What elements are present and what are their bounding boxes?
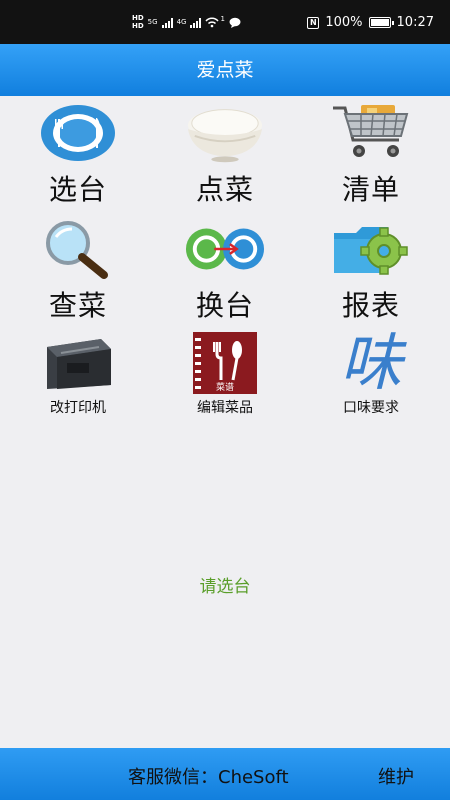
change-table-label: 换台 <box>195 289 254 322</box>
taste-request-button[interactable]: 味 口味要求 <box>296 332 446 417</box>
select-table-label: 选台 <box>48 173 107 206</box>
swap-plates-icon <box>185 218 265 280</box>
report-label: 报表 <box>341 289 400 322</box>
bill-label: 清单 <box>341 173 400 206</box>
hd-top-label: HD <box>132 14 144 22</box>
customer-service-text: 客服微信：CheSoft <box>128 767 289 788</box>
plate-icon <box>38 102 118 164</box>
maintenance-button[interactable]: 维护 <box>378 763 414 789</box>
change-table-button[interactable]: 换台 <box>150 218 300 324</box>
status-bar: HD HD 5G 4G 1 N 100% 10:27 <box>0 0 450 44</box>
report-button[interactable]: 报表 <box>296 218 446 324</box>
search-dish-button[interactable]: 查菜 <box>3 218 153 324</box>
taste-character-icon: 味 <box>329 332 413 394</box>
wifi-icon <box>205 17 220 28</box>
bill-button[interactable]: 清单 <box>296 102 446 208</box>
battery-icon <box>368 17 394 28</box>
network-4g-label: 4G <box>176 18 187 26</box>
select-table-prompt: 请选台 <box>199 577 251 597</box>
shopping-cart-icon <box>331 102 411 164</box>
order-button[interactable]: 点菜 <box>150 102 300 208</box>
footer-bar: 客服微信：CheSoft 维护 <box>0 748 450 800</box>
order-label: 点菜 <box>195 173 254 206</box>
rice-bowl-icon <box>185 102 265 164</box>
hd-bottom-label: HD <box>132 22 144 30</box>
edit-dishes-button[interactable]: 菜谱 编辑菜品 <box>150 332 300 417</box>
taste-request-label: 口味要求 <box>343 400 399 416</box>
battery-percent: 100% <box>325 15 363 30</box>
change-printer-button[interactable]: 改打印机 <box>3 332 153 417</box>
status-right: N 100% 10:27 <box>307 15 434 30</box>
menu-book-caption: 菜谱 <box>216 381 234 393</box>
folder-gear-icon <box>331 218 411 280</box>
title-bar: 爱点菜 <box>0 44 450 96</box>
search-dish-label: 查菜 <box>48 289 107 322</box>
signal-icon <box>161 16 173 28</box>
wifi-sup-label: 1 <box>220 15 225 23</box>
message-icon <box>229 17 241 28</box>
network-5g-label: 5G <box>147 18 158 26</box>
change-printer-label: 改打印机 <box>50 400 106 416</box>
magnifier-icon <box>38 218 118 280</box>
printer-icon <box>38 332 118 394</box>
signal-icon-2 <box>190 16 202 28</box>
edit-dishes-label: 编辑菜品 <box>197 400 253 416</box>
status-left: HD HD 5G 4G 1 <box>132 14 241 30</box>
taste-character: 味 <box>339 326 402 399</box>
menu-book-icon: 菜谱 <box>185 332 265 394</box>
page-title: 爱点菜 <box>196 59 254 81</box>
hd-indicator: HD HD <box>132 14 144 30</box>
nfc-icon: N <box>307 16 320 29</box>
clock: 10:27 <box>396 15 434 30</box>
select-table-button[interactable]: 选台 <box>3 102 153 208</box>
